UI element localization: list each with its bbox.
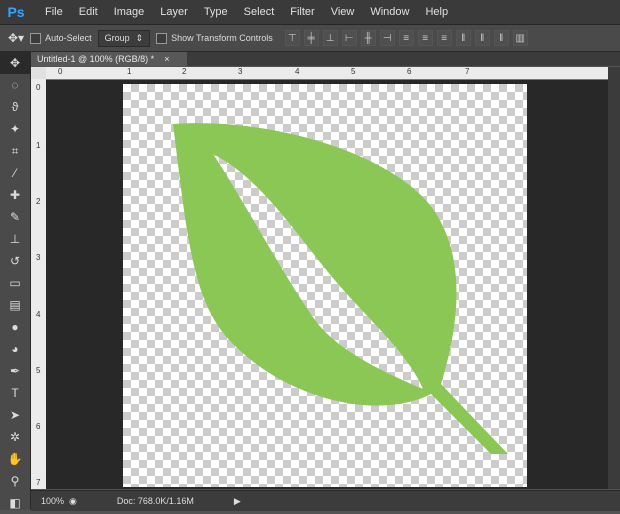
magic-wand-tool-icon[interactable]: ✦ (0, 118, 30, 140)
leaf-body (173, 123, 508, 455)
eyedropper-tool-icon[interactable]: ⁄ (0, 162, 30, 184)
canvas-area[interactable] (46, 80, 620, 489)
ruler-top-7: 7 (465, 67, 470, 76)
show-transform-label: Show Transform Controls (171, 33, 273, 43)
distribute-bottom-icon[interactable]: ≡ (436, 30, 452, 46)
status-menu-arrow-icon[interactable]: ▶ (234, 496, 241, 507)
ruler-left-7: 7 (36, 478, 41, 487)
ruler-left-2: 2 (36, 197, 41, 206)
doc-size-info: Doc: 768.0K/1.16M (116, 496, 194, 506)
distribute-top-icon[interactable]: ≡ (398, 30, 414, 46)
menu-type[interactable]: Type (196, 6, 236, 18)
group-dropdown[interactable]: Group ⇕ (97, 29, 151, 47)
color-swatches-icon[interactable]: ◧ (0, 492, 30, 514)
gradient-tool-icon[interactable]: ▤ (0, 294, 30, 316)
move-tool-icon[interactable]: ✥ (0, 52, 30, 74)
options-bar: ✥▾ Auto-Select Group ⇕ Show Transform Co… (0, 25, 620, 52)
photoshop-logo: Ps (7, 4, 25, 20)
auto-select-checkbox[interactable]: Auto-Select (30, 32, 92, 44)
document-tab[interactable]: Untitled-1 @ 100% (RGB/8) * × (31, 52, 187, 66)
menu-layer[interactable]: Layer (152, 6, 196, 18)
ruler-left: 0 1 2 3 4 5 6 7 (31, 79, 47, 489)
zoom-tool-icon[interactable]: ⚲ (0, 470, 30, 492)
move-tool-icon[interactable]: ✥▾ (8, 31, 24, 45)
menu-window[interactable]: Window (362, 6, 417, 18)
leaf-shape[interactable] (123, 84, 527, 487)
ruler-top-6: 6 (407, 67, 412, 76)
align-hcenter-icon[interactable]: ╫ (360, 30, 376, 46)
history-brush-tool-icon[interactable]: ↺ (0, 250, 30, 272)
align-top-icon[interactable]: ⊤ (284, 30, 300, 46)
align-left-icon[interactable]: ⊢ (341, 30, 357, 46)
menu-view[interactable]: View (323, 6, 363, 18)
align-right-icon[interactable]: ⊣ (379, 30, 395, 46)
checkbox-box[interactable] (30, 32, 42, 44)
path-selection-tool-icon[interactable]: ➤ (0, 404, 30, 426)
dodge-tool-icon[interactable]: ◕ (0, 338, 30, 360)
eraser-tool-icon[interactable]: ▭ (0, 272, 30, 294)
ruler-top-3: 3 (238, 67, 243, 76)
align-bottom-icon[interactable]: ⊥ (322, 30, 338, 46)
ruler-left-1: 1 (36, 141, 41, 150)
status-bar: 100% ◉ Doc: 768.0K/1.16M ▶ (31, 490, 620, 511)
distribute-hcenter-icon[interactable]: ‖ (474, 30, 490, 46)
ruler-top-1: 1 (127, 67, 132, 76)
hand-tool-icon[interactable]: ✋ (0, 448, 30, 470)
lasso-tool-icon[interactable]: ϑ (0, 96, 30, 118)
ruler-top: 0 1 2 3 4 5 6 7 (46, 67, 620, 80)
close-icon[interactable]: × (164, 54, 169, 64)
ruler-top-2: 2 (182, 67, 187, 76)
marquee-tool-icon[interactable]: ◌ (0, 74, 30, 96)
menu-filter[interactable]: Filter (282, 6, 322, 18)
menu-edit[interactable]: Edit (71, 6, 106, 18)
menu-bar: Ps File Edit Image Layer Type Select Fil… (0, 0, 620, 25)
distribute-left-icon[interactable]: ‖ (455, 30, 471, 46)
tools-panel: ✥ ◌ ϑ ✦ ⌗ ⁄ ✚ ✎ ⊥ ↺ ▭ ▤ ● ◕ ✒ T ➤ ✲ ✋ ⚲ … (0, 52, 31, 510)
healing-brush-tool-icon[interactable]: ✚ (0, 184, 30, 206)
auto-select-label: Auto-Select (45, 33, 92, 43)
align-buttons: ⊤ ╪ ⊥ ⊢ ╫ ⊣ ≡ ≡ ≡ ‖ ‖ ‖ ▥ (284, 30, 528, 46)
crop-tool-icon[interactable]: ⌗ (0, 140, 30, 162)
ruler-left-6: 6 (36, 422, 41, 431)
blur-tool-icon[interactable]: ● (0, 316, 30, 338)
ruler-top-4: 4 (295, 67, 300, 76)
align-vcenter-icon[interactable]: ╪ (303, 30, 319, 46)
ruler-left-4: 4 (36, 310, 41, 319)
menu-image[interactable]: Image (106, 6, 153, 18)
pen-tool-icon[interactable]: ✒ (0, 360, 30, 382)
ruler-left-5: 5 (36, 366, 41, 375)
menu-select[interactable]: Select (236, 6, 283, 18)
ruler-top-0: 0 (58, 67, 63, 76)
distribute-vcenter-icon[interactable]: ≡ (417, 30, 433, 46)
shape-tool-icon[interactable]: ✲ (0, 426, 30, 448)
dropdown-arrow-icon: ⇕ (135, 32, 144, 43)
document-tab-title: Untitled-1 @ 100% (RGB/8) * (37, 54, 155, 64)
show-transform-checkbox[interactable]: Show Transform Controls (156, 32, 273, 44)
type-tool-icon[interactable]: T (0, 382, 30, 404)
document-canvas[interactable] (123, 84, 527, 487)
checkbox-box[interactable] (156, 32, 168, 44)
ruler-left-0: 0 (36, 83, 41, 92)
brush-tool-icon[interactable]: ✎ (0, 206, 30, 228)
menu-help[interactable]: Help (417, 6, 456, 18)
auto-align-icon[interactable]: ▥ (512, 30, 528, 46)
menu-file[interactable]: File (37, 6, 71, 18)
document-tab-bar: Untitled-1 @ 100% (RGB/8) * × (31, 52, 620, 66)
group-dropdown-value: Group (104, 33, 130, 43)
distribute-right-icon[interactable]: ‖ (493, 30, 509, 46)
ruler-left-3: 3 (36, 253, 41, 262)
zoom-level[interactable]: 100% (31, 496, 69, 506)
status-info-icon[interactable]: ◉ (69, 496, 77, 507)
vertical-scrollbar[interactable] (608, 67, 620, 489)
ruler-top-5: 5 (351, 67, 356, 76)
clone-stamp-tool-icon[interactable]: ⊥ (0, 228, 30, 250)
